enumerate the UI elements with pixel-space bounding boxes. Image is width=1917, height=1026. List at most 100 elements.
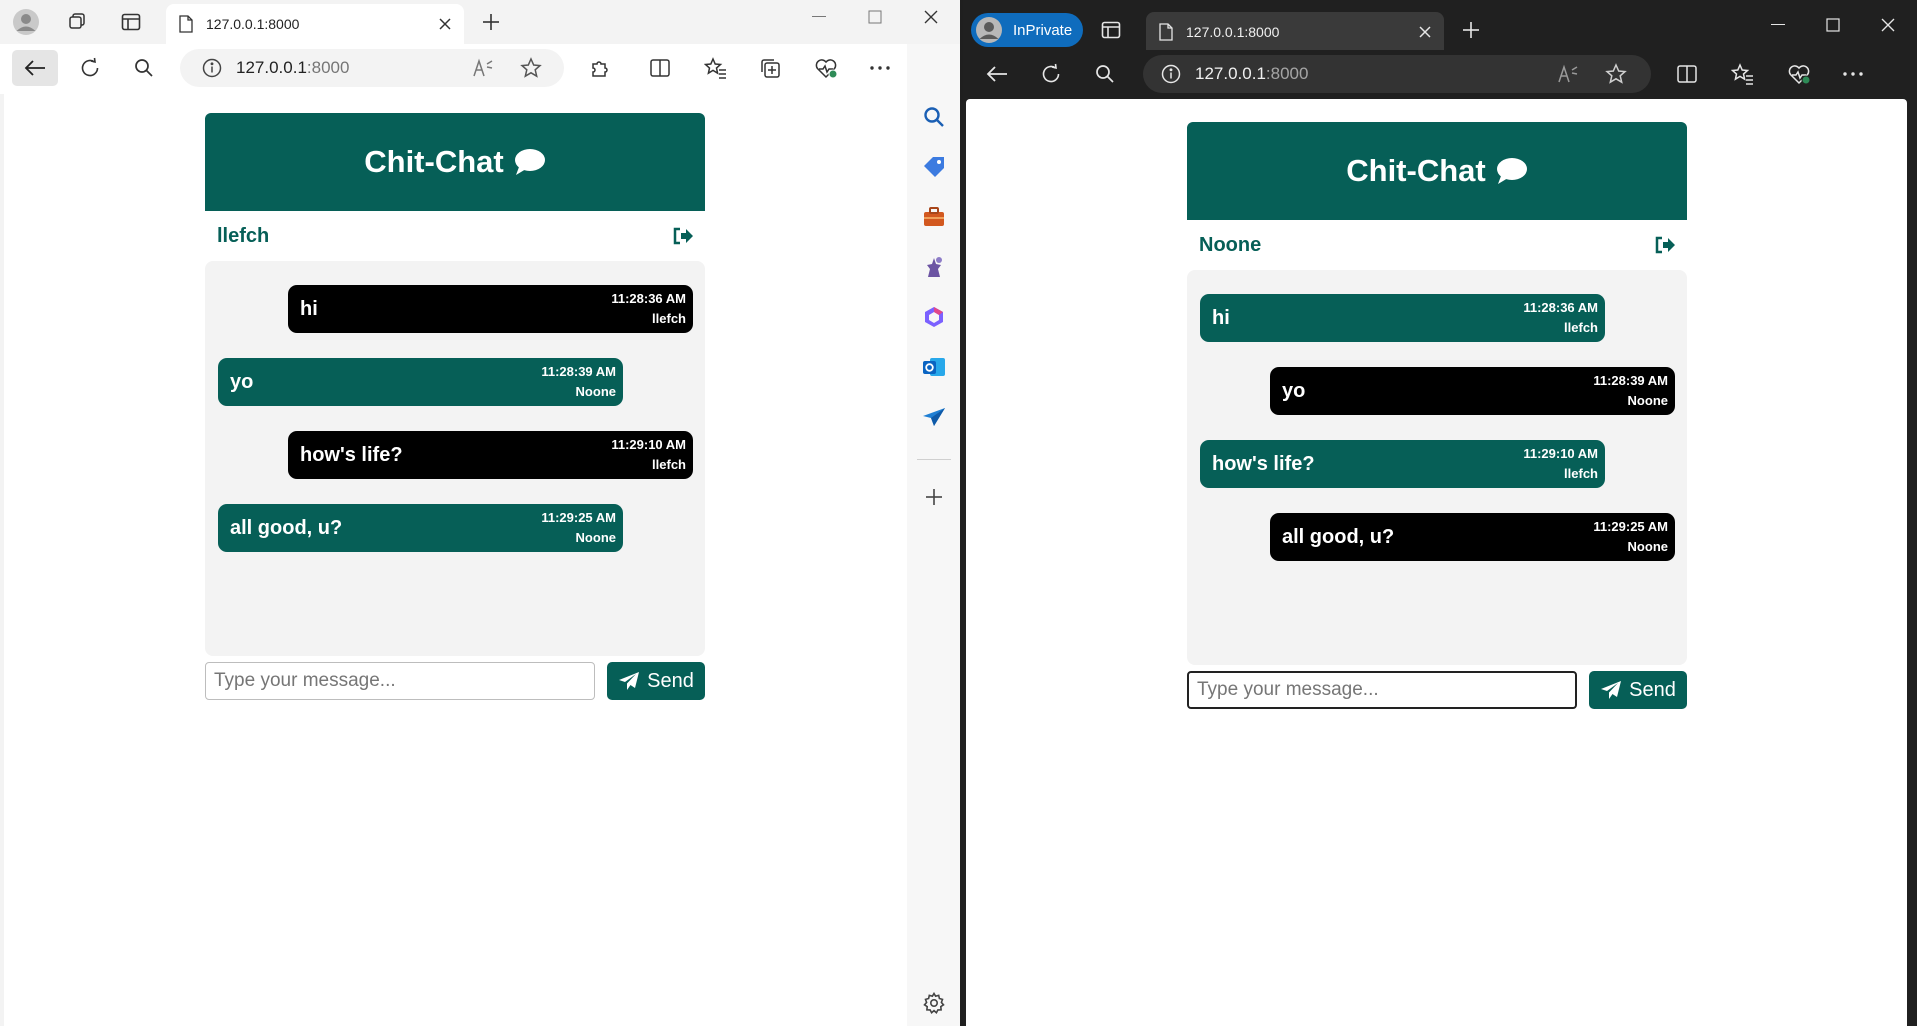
message-text: yo <box>1282 380 1306 402</box>
message-sender: Noone <box>575 530 616 545</box>
read-aloud-icon[interactable] <box>472 58 494 78</box>
message-time: 11:29:10 AM <box>1523 446 1598 461</box>
read-aloud-icon[interactable] <box>1557 64 1579 84</box>
vertical-tabs-icon[interactable] <box>1098 17 1124 43</box>
user-bar: Noone <box>1187 220 1687 270</box>
favorite-star-icon[interactable] <box>1605 63 1627 85</box>
message-sender: Noone <box>1627 393 1668 408</box>
tab-title: 127.0.0.1:8000 <box>206 16 300 32</box>
inprivate-badge[interactable]: InPrivate <box>971 13 1083 47</box>
favorite-star-icon[interactable] <box>520 57 542 79</box>
new-tab-icon[interactable] <box>1458 17 1484 43</box>
browser-essentials-icon[interactable] <box>1785 60 1813 88</box>
workspaces-icon[interactable] <box>64 9 90 35</box>
minimize-icon[interactable] <box>804 4 834 30</box>
favorites-icon[interactable] <box>1729 60 1757 88</box>
sidebar-games-icon[interactable] <box>921 254 947 280</box>
tab-close-icon[interactable] <box>1418 25 1432 39</box>
back-icon[interactable] <box>983 60 1011 88</box>
composer: Send <box>1187 671 1687 709</box>
page-icon <box>179 15 193 33</box>
sidebar-settings-icon[interactable] <box>921 990 947 1016</box>
refresh-icon[interactable] <box>1037 60 1065 88</box>
minimize-icon[interactable] <box>1763 12 1793 38</box>
url-host: 127.0.0.1:8000 <box>236 58 350 77</box>
speech-bubble-icon <box>514 149 545 175</box>
address-bar[interactable]: 127.0.0.1:8000 <box>180 49 564 87</box>
site-info-icon[interactable] <box>202 58 222 78</box>
message-input[interactable] <box>205 662 595 700</box>
logout-icon[interactable] <box>1655 236 1675 254</box>
edge-sidebar <box>907 44 960 1026</box>
maximize-icon[interactable] <box>860 4 890 30</box>
tab-title: 127.0.0.1:8000 <box>1186 24 1280 40</box>
message-time: 11:29:25 AM <box>541 510 616 525</box>
extensions-icon[interactable] <box>586 54 614 82</box>
sidebar-outlook-icon[interactable] <box>921 354 947 380</box>
chat-app: Chit-Chat Noone hi 11:28:36 AM llefch yo … <box>1187 122 1687 709</box>
message-bubble: yo 11:28:39 AM Noone <box>1270 367 1675 415</box>
site-info-icon[interactable] <box>1161 64 1181 84</box>
close-window-icon[interactable] <box>916 4 946 30</box>
message-bubble: how's life? 11:29:10 AM llefch <box>288 431 693 479</box>
close-window-icon[interactable] <box>1873 12 1903 38</box>
message-sender: llefch <box>1564 466 1598 481</box>
inprivate-label: InPrivate <box>1013 21 1073 39</box>
search-icon[interactable] <box>1091 60 1119 88</box>
app-header: Chit-Chat <box>205 113 705 211</box>
message-time: 11:29:10 AM <box>611 437 686 452</box>
chat-messages: hi 11:28:36 AM llefch yo 11:28:39 AM Noone… <box>1187 270 1687 665</box>
speech-bubble-icon <box>1496 158 1527 184</box>
refresh-icon[interactable] <box>76 54 104 82</box>
message-bubble: all good, u? 11:29:25 AM Noone <box>218 504 623 552</box>
message-sender: Noone <box>575 384 616 399</box>
message-text: how's life? <box>300 444 403 466</box>
browser-essentials-icon[interactable] <box>812 54 840 82</box>
sidebar-tools-icon[interactable] <box>921 204 947 230</box>
more-options-icon[interactable] <box>866 54 894 82</box>
tab-active[interactable]: 127.0.0.1:8000 <box>1146 12 1444 52</box>
tab-strip: InPrivate 127.0.0.1:8000 <box>963 0 1917 52</box>
sidebar-microsoft365-icon[interactable] <box>921 304 947 330</box>
address-bar[interactable]: 127.0.0.1:8000 <box>1143 55 1651 93</box>
message-sender: Noone <box>1627 539 1668 554</box>
current-username: llefch <box>217 224 270 247</box>
tab-close-icon[interactable] <box>438 17 452 31</box>
message-bubble: hi 11:28:36 AM llefch <box>1200 294 1605 342</box>
logout-icon[interactable] <box>673 227 693 245</box>
app-title: Chit-Chat <box>364 144 504 179</box>
send-button[interactable]: Send <box>607 662 705 700</box>
new-tab-icon[interactable] <box>478 9 504 35</box>
vertical-tabs-icon[interactable] <box>118 9 144 35</box>
message-text: hi <box>1212 307 1230 329</box>
send-label: Send <box>1629 678 1676 701</box>
message-text: all good, u? <box>230 517 343 539</box>
favorites-icon[interactable] <box>702 54 730 82</box>
send-button[interactable]: Send <box>1589 671 1687 709</box>
chat-messages: hi 11:28:36 AM llefch yo 11:28:39 AM Noone… <box>205 261 705 656</box>
sidebar-shopping-icon[interactable] <box>921 154 947 180</box>
split-screen-icon[interactable] <box>646 54 674 82</box>
message-sender: llefch <box>652 311 686 326</box>
message-bubble: all good, u? 11:29:25 AM Noone <box>1270 513 1675 561</box>
collections-icon[interactable] <box>756 54 784 82</box>
message-bubble: hi 11:28:36 AM llefch <box>288 285 693 333</box>
page-icon <box>1159 23 1173 41</box>
more-options-icon[interactable] <box>1839 60 1867 88</box>
tab-active[interactable]: 127.0.0.1:8000 <box>166 4 464 44</box>
sidebar-add-icon[interactable] <box>921 484 947 510</box>
split-screen-icon[interactable] <box>1673 60 1701 88</box>
message-text: hi <box>300 298 318 320</box>
message-time: 11:28:36 AM <box>611 291 686 306</box>
profile-avatar-icon[interactable] <box>10 6 42 38</box>
paper-plane-icon <box>1601 681 1622 699</box>
message-input[interactable] <box>1187 671 1577 709</box>
message-text: all good, u? <box>1282 526 1395 548</box>
back-icon[interactable] <box>12 50 58 86</box>
sidebar-search-icon[interactable] <box>921 104 947 130</box>
search-icon[interactable] <box>130 54 158 82</box>
message-time: 11:28:39 AM <box>1593 373 1668 388</box>
maximize-icon[interactable] <box>1818 12 1848 38</box>
message-bubble: how's life? 11:29:10 AM llefch <box>1200 440 1605 488</box>
sidebar-send-icon[interactable] <box>921 404 947 430</box>
